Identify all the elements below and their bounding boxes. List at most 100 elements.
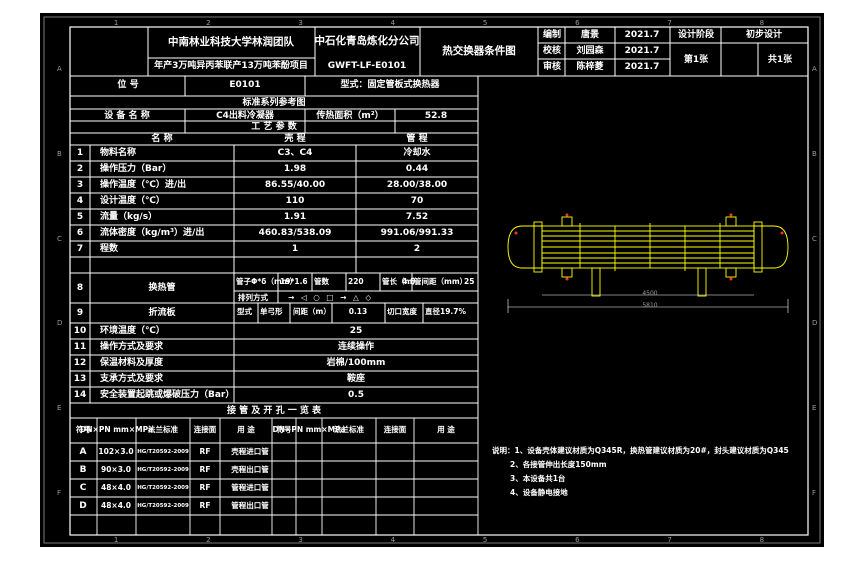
zone-row-right: B	[812, 150, 817, 158]
zone-row-right: F	[812, 488, 817, 497]
position-value: E0101	[229, 80, 261, 90]
stage-value: 初步设计	[745, 30, 783, 40]
org2: 中石化青岛炼化分公司	[314, 35, 420, 47]
row-number: 1	[76, 148, 84, 158]
role-label: 编制	[543, 30, 562, 40]
stage-label: 设计阶段	[677, 30, 715, 40]
nozzle-use: 壳程进口管	[231, 447, 269, 456]
row-number: 6	[76, 228, 84, 238]
tube-value: 2	[413, 244, 421, 254]
row-name: 流体密度（kg/m³）进/出	[100, 228, 205, 238]
equipment-name-label: 设 备 名 称	[104, 111, 150, 121]
nozzle-use: 管程进口管	[231, 483, 269, 492]
nozzle-dn: 48×4.0	[100, 483, 132, 492]
dim-overall: 5810	[642, 302, 658, 309]
zone-col-bottom: 5	[482, 536, 488, 544]
baffle-cut-value: 直径19.7%	[425, 307, 467, 316]
row-number: 13	[73, 374, 87, 384]
row-value: 连续操作	[337, 342, 375, 352]
nozzle-use: 壳程出口管	[231, 465, 269, 474]
nozzle-std: HG/T20592-2009	[137, 449, 189, 455]
row-number: 10	[73, 326, 87, 336]
zone-col-top: 6	[575, 19, 580, 27]
tube-name: 换热管	[148, 283, 176, 293]
nozzle-header: 接 管 及 开 孔 一 览 表	[227, 406, 321, 416]
shell-value: 460.83/538.09	[258, 228, 332, 238]
nozzle-face: RF	[199, 501, 211, 510]
nozzle-std: HG/T20592-2009	[137, 503, 189, 509]
nozzle-face: RF	[199, 483, 211, 492]
role-label: 校核	[543, 46, 562, 56]
tube-spec-value: 19*1.6	[280, 277, 308, 286]
role-date: 2021.7	[624, 30, 660, 40]
drawing-number: GWFT-LF-E0101	[327, 61, 407, 71]
drawing-name: 热交换器条件图	[442, 45, 516, 57]
process-header: 工 艺 参 数	[251, 122, 297, 132]
zone-row-left: D	[57, 319, 63, 328]
tube-arrangement-symbols: → ◁ ○ □ → △ ◇	[288, 293, 374, 302]
sheet-total: 共1张	[767, 55, 793, 65]
nozzle-std: HG/T20592-2009	[137, 485, 189, 491]
sheet-number: 第1张	[683, 55, 709, 65]
shell-value: 110	[285, 196, 305, 206]
nozzle-symbol: C	[79, 483, 87, 493]
zone-col-top: 5	[482, 19, 488, 27]
zone-col-top: 1	[113, 19, 119, 27]
row-value: 25	[349, 326, 363, 336]
row-number: 14	[73, 390, 87, 400]
nozzle-dn: 102×3.0	[98, 447, 134, 456]
nozzle-symbol: D	[79, 501, 87, 511]
row-number: 4	[76, 196, 84, 206]
row-name: 安全装置起跳或爆破压力（Bar）	[100, 390, 235, 400]
tube-value: 70	[410, 196, 424, 206]
tube-pitch-value: 25	[464, 277, 475, 286]
nozzle-col-header: 连接面	[193, 425, 217, 434]
baffle-type-value: 单弓形	[260, 307, 283, 316]
col-item: 名 称	[151, 134, 173, 144]
zone-row-right: A	[812, 65, 817, 74]
baffle-spacing-value: 0.13	[348, 307, 368, 316]
zone-row-left: C	[57, 234, 62, 243]
row-number: 11	[73, 342, 87, 352]
note-line: 4、设备静电接地	[510, 488, 568, 497]
nozzle-col-header: 用 途	[237, 425, 255, 434]
row-name: 流量（kg/s）	[100, 212, 158, 222]
nozzle-symbol: A	[79, 447, 87, 457]
note-line: 说明：1、设备壳体建议材质为Q345R，换热管建议材质为20#，封头建议材质为Q…	[492, 446, 789, 455]
zone-row-left: F	[57, 488, 62, 497]
tube-count-value: 220	[348, 277, 364, 286]
zone-row-left: E	[57, 404, 62, 412]
row-name: 程数	[100, 244, 119, 254]
row-name: 操作温度（℃）进/出	[100, 180, 187, 190]
tube-value: 冷却水	[403, 148, 431, 158]
zone-row-right: C	[812, 234, 817, 243]
nozzle-symbol: B	[79, 465, 87, 475]
nozzle-col-header: 法兰标准	[334, 425, 364, 434]
zone-col-bottom: 8	[759, 536, 765, 544]
role-name: 刘园森	[576, 46, 604, 56]
shell-value: 86.55/40.00	[264, 180, 326, 190]
row-number: 7	[76, 244, 84, 254]
row-value: 0.5	[348, 390, 364, 400]
row-name: 物料名称	[100, 148, 137, 158]
zone-row-right: D	[812, 319, 818, 328]
shell-value: C3、C4	[277, 148, 313, 158]
role-label: 审核	[543, 62, 562, 72]
row-name: 操作方式及要求	[100, 342, 164, 352]
position-label: 位 号	[117, 80, 139, 90]
shell-value: 1.91	[283, 212, 307, 222]
zone-col-top: 3	[298, 19, 303, 27]
zone-col-top: 4	[390, 19, 396, 27]
zone-row-left: A	[57, 65, 62, 74]
area-label: 传热面积（m²）	[316, 111, 384, 121]
nozzle-dn: 48×4.0	[100, 501, 132, 510]
row-number: 2	[76, 164, 84, 174]
zone-col-bottom: 2	[206, 536, 211, 544]
zone-col-top: 7	[667, 19, 672, 27]
baffle-type-label: 型式	[237, 307, 252, 316]
shell-value: 1	[291, 244, 299, 254]
tube-value: 0.44	[405, 164, 429, 174]
nozzle-face: RF	[199, 465, 211, 474]
zone-col-bottom: 7	[667, 536, 672, 544]
zone-col-bottom: 1	[113, 536, 119, 544]
